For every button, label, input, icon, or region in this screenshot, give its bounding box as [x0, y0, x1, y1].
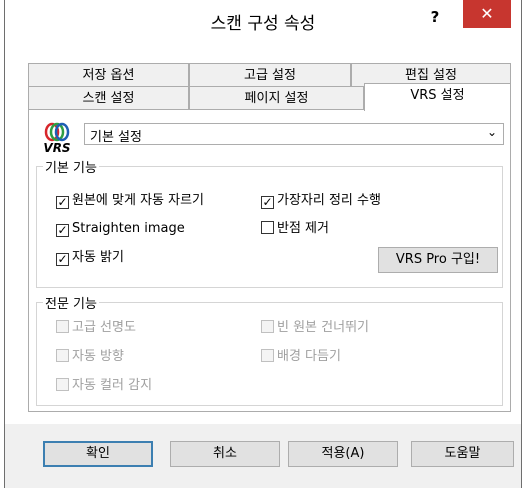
apply-button[interactable]: 적용(A) [288, 441, 398, 467]
tab-scan-settings[interactable]: 스캔 설정 [28, 86, 189, 110]
vrs-settings-panel: VRS 기본 설정 ⌄ 기본 기능 ✓ 원본에 맞게 자동 자르기 ✓ 가장자리 정… [28, 109, 511, 412]
checkbox-unchecked-icon [56, 378, 69, 391]
ok-button[interactable]: 확인 [43, 441, 153, 467]
title-bar[interactable]: 스캔 구성 속성 ? ✕ [5, 0, 521, 36]
checkbox-checked-icon[interactable]: ✓ [56, 224, 69, 237]
checkbox-straighten-image[interactable]: ✓ Straighten image [56, 220, 185, 238]
checkbox-auto-color-detect: 자동 컬러 감지 [56, 377, 152, 395]
checkbox-label: 원본에 맞게 자동 자르기 [72, 193, 204, 208]
checkbox-label: 가장자리 정리 수행 [277, 193, 381, 208]
cancel-button[interactable]: 취소 [170, 441, 280, 467]
close-button[interactable]: ✕ [463, 0, 511, 28]
vrs-profile-select[interactable]: 기본 설정 ⌄ [84, 123, 504, 145]
checkbox-edge-cleanup[interactable]: ✓ 가장자리 정리 수행 [261, 192, 381, 210]
checkbox-auto-brightness[interactable]: ✓ 자동 밝기 [56, 249, 124, 267]
tab-save-options[interactable]: 저장 옵션 [28, 63, 189, 87]
checkbox-background-smoothing: 배경 다듬기 [261, 348, 341, 366]
vrs-profile-value: 기본 설정 [90, 130, 142, 145]
checkbox-checked-icon[interactable]: ✓ [56, 196, 69, 209]
checkbox-skip-blank-pages: 빈 원본 건너뛰기 [261, 319, 369, 337]
checkbox-label: 반점 제거 [277, 221, 329, 236]
checkbox-auto-orientation: 자동 방향 [56, 348, 124, 366]
buy-vrs-pro-button[interactable]: VRS Pro 구입! [378, 247, 498, 273]
checkbox-advanced-sharpness: 고급 선명도 [56, 319, 136, 337]
checkbox-label: 자동 방향 [72, 349, 124, 364]
tab-advanced-settings[interactable]: 고급 설정 [189, 63, 351, 87]
checkbox-checked-icon[interactable]: ✓ [261, 196, 274, 209]
checkbox-label: 빈 원본 건너뛰기 [277, 320, 369, 335]
checkbox-checked-icon[interactable]: ✓ [56, 253, 69, 266]
checkbox-unchecked-icon [56, 320, 69, 333]
checkbox-despeckle[interactable]: 반점 제거 [261, 220, 329, 238]
dialog-button-bar: 확인 취소 적용(A) 도움말 [5, 424, 521, 488]
chevron-down-icon: ⌄ [486, 125, 497, 139]
vrs-logo-text: VRS [43, 141, 71, 155]
checkbox-label: 배경 다듬기 [277, 349, 341, 364]
tab-vrs-settings[interactable]: VRS 설정 [364, 83, 511, 111]
tab-page-settings[interactable]: 페이지 설정 [189, 86, 364, 110]
dialog-window: 스캔 구성 속성 ? ✕ 저장 옵션 고급 설정 편집 설정 스캔 설정 페이지… [4, 0, 522, 488]
help-button[interactable]: 도움말 [411, 441, 514, 467]
checkbox-label: 자동 밝기 [72, 250, 124, 265]
checkbox-label: 자동 컬러 감지 [72, 378, 153, 393]
checkbox-auto-crop[interactable]: ✓ 원본에 맞게 자동 자르기 [56, 192, 204, 210]
checkbox-unchecked-icon [261, 349, 274, 362]
basic-features-legend: 기본 기능 [45, 161, 97, 176]
checkbox-unchecked-icon [261, 320, 274, 333]
pro-features-legend: 전문 기능 [45, 297, 97, 312]
checkbox-label: 고급 선명도 [72, 320, 136, 335]
help-icon[interactable]: ? [423, 6, 447, 28]
vrs-logo-icon: VRS [42, 121, 72, 155]
tab-row-front: 스캔 설정 페이지 설정 VRS 설정 [28, 83, 511, 111]
checkbox-unchecked-icon [56, 349, 69, 362]
checkbox-unchecked-icon[interactable] [261, 221, 274, 234]
checkbox-label: Straighten image [72, 221, 185, 236]
